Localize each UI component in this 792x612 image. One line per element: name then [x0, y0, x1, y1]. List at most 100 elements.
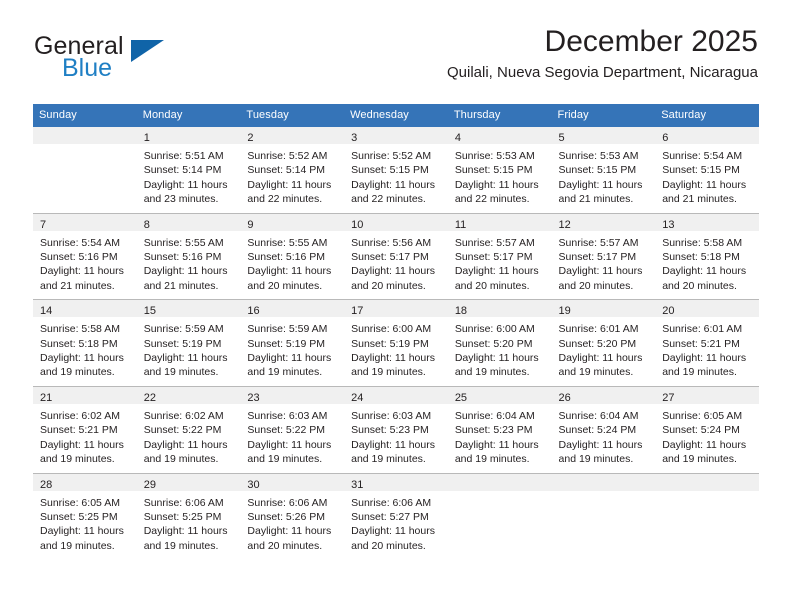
- calendar-day-cell[interactable]: 3 Sunrise: 5:52 AM Sunset: 5:15 PM Daylight…: [344, 127, 448, 214]
- weekday-header-monday: Monday: [136, 104, 241, 127]
- day-detail-line: Sunrise: 5:54 AM: [40, 236, 120, 249]
- day-detail-line: Daylight: 11 hours: [143, 178, 228, 191]
- calendar-day-cell[interactable]: 30 Sunrise: 6:06 AM Sunset: 5:26 PM Dayligh…: [240, 472, 345, 560]
- day-detail-block: Sunrise: 6:01 AM Sunset: 5:20 PM Daylight:…: [552, 317, 656, 386]
- day-detail-block: Sunrise: 5:57 AM Sunset: 5:17 PM Daylight:…: [552, 231, 656, 300]
- calendar-day-cell[interactable]: 15 Sunrise: 5:59 AM Sunset: 5:19 PM Dayligh…: [136, 299, 241, 387]
- calendar-day-cell[interactable]: 4 Sunrise: 5:53 AM Sunset: 5:15 PM Daylight…: [447, 127, 552, 214]
- day-detail-line: Sunrise: 6:00 AM: [351, 323, 432, 336]
- day-detail-line: and 20 minutes.: [454, 279, 530, 292]
- day-number: 4: [454, 132, 461, 144]
- calendar-day-cell[interactable]: 17 Sunrise: 6:00 AM Sunset: 5:19 PM Dayligh…: [344, 299, 448, 387]
- day-detail-block: Sunrise: 5:51 AM Sunset: 5:14 PM Daylight:…: [137, 144, 241, 213]
- calendar-day-cell[interactable]: 10 Sunrise: 5:56 AM Sunset: 5:17 PM Dayligh…: [344, 212, 448, 300]
- day-number-band: 21: [33, 386, 137, 404]
- calendar-day-cell[interactable]: 8 Sunrise: 5:55 AM Sunset: 5:16 PM Daylight…: [136, 212, 241, 300]
- day-detail-line: Sunset: 5:26 PM: [247, 510, 326, 523]
- calendar-day-cell[interactable]: 12 Sunrise: 5:57 AM Sunset: 5:17 PM Dayligh…: [551, 212, 656, 300]
- calendar-week-row: 28 Sunrise: 6:05 AM Sunset: 5:25 PM Dayligh…: [33, 472, 759, 560]
- logo-general-blue[interactable]: General Blue: [34, 32, 234, 88]
- page-subtitle: Quilali, Nueva Segovia Department, Nicar…: [447, 64, 758, 82]
- weekday-header-wednesday: Wednesday: [344, 104, 448, 127]
- calendar-day-cell[interactable]: 6 Sunrise: 5:54 AM Sunset: 5:15 PM Daylight…: [655, 127, 759, 214]
- calendar-day-cell[interactable]: 2 Sunrise: 5:52 AM Sunset: 5:14 PM Daylight…: [240, 127, 345, 214]
- day-number: 6: [662, 132, 669, 144]
- day-detail-line: Sunset: 5:15 PM: [558, 164, 637, 177]
- day-number: 29: [143, 478, 156, 491]
- calendar-day-cell[interactable]: 13 Sunrise: 5:58 AM Sunset: 5:18 PM Dayligh…: [655, 212, 759, 300]
- day-detail-line: Daylight: 11 hours: [454, 178, 539, 191]
- calendar-day-cell[interactable]: 23 Sunrise: 6:03 AM Sunset: 5:22 PM Dayligh…: [240, 385, 345, 473]
- day-number: 24: [351, 391, 364, 404]
- calendar-day-cell[interactable]: 27 Sunrise: 6:05 AM Sunset: 5:24 PM Dayligh…: [655, 385, 759, 473]
- day-detail-block: [552, 491, 656, 553]
- day-detail-line: Daylight: 11 hours: [143, 438, 228, 451]
- calendar-day-cell[interactable]: 5 Sunrise: 5:53 AM Sunset: 5:15 PM Daylight…: [551, 127, 656, 214]
- day-number-band: 17: [344, 300, 448, 318]
- day-detail-line: Sunrise: 5:56 AM: [351, 236, 432, 249]
- day-number: 7: [40, 218, 47, 231]
- day-number: 22: [143, 391, 156, 404]
- calendar-day-cell[interactable]: 11 Sunrise: 5:57 AM Sunset: 5:17 PM Dayligh…: [447, 212, 552, 300]
- calendar-day-cell[interactable]: 1 Sunrise: 5:51 AM Sunset: 5:14 PM Daylight…: [136, 127, 241, 214]
- day-detail-line: and 21 minutes.: [558, 193, 634, 206]
- calendar-week-row: 1 Sunrise: 5:51 AM Sunset: 5:14 PM Daylight…: [33, 127, 759, 214]
- calendar-day-cell[interactable]: 26 Sunrise: 6:04 AM Sunset: 5:24 PM Dayligh…: [551, 385, 656, 473]
- day-detail-line: Daylight: 11 hours: [40, 525, 124, 538]
- calendar-day-cell[interactable]: 20 Sunrise: 6:01 AM Sunset: 5:21 PM Dayligh…: [655, 299, 759, 387]
- day-detail-line: and 21 minutes.: [662, 193, 737, 206]
- calendar-day-cell[interactable]: 18 Sunrise: 6:00 AM Sunset: 5:20 PM Dayligh…: [447, 299, 552, 387]
- day-number-band: 15: [136, 300, 241, 318]
- weekday-header-friday: Friday: [551, 104, 656, 127]
- day-number-band: 14: [33, 300, 137, 318]
- day-number-band: 23: [240, 386, 345, 404]
- calendar-week-row: 7 Sunrise: 5:54 AM Sunset: 5:16 PM Daylight…: [33, 212, 759, 300]
- day-detail-line: Sunset: 5:27 PM: [351, 510, 429, 523]
- day-detail-line: Sunset: 5:15 PM: [662, 164, 740, 177]
- day-detail-line: and 19 minutes.: [558, 453, 634, 466]
- calendar-day-cell[interactable]: 31 Sunrise: 6:06 AM Sunset: 5:27 PM Dayligh…: [344, 472, 448, 560]
- day-number-band: 9: [240, 213, 345, 231]
- day-detail-block: [448, 491, 552, 553]
- calendar-day-cell[interactable]: 21 Sunrise: 6:02 AM Sunset: 5:21 PM Dayligh…: [33, 385, 137, 473]
- day-number-band: 1: [136, 127, 241, 144]
- day-detail-line: Daylight: 11 hours: [143, 525, 228, 538]
- day-detail-block: Sunrise: 5:54 AM Sunset: 5:16 PM Daylight:…: [33, 231, 137, 300]
- day-detail-line: and 20 minutes.: [558, 279, 634, 292]
- calendar-empty-cell: [551, 472, 656, 560]
- day-detail-line: Sunrise: 5:52 AM: [247, 150, 328, 162]
- calendar-day-cell[interactable]: 7 Sunrise: 5:54 AM Sunset: 5:16 PM Daylight…: [33, 212, 137, 300]
- calendar-day-cell[interactable]: 22 Sunrise: 6:02 AM Sunset: 5:22 PM Dayligh…: [136, 385, 241, 473]
- day-detail-line: and 20 minutes.: [247, 539, 323, 552]
- calendar-day-cell[interactable]: 24 Sunrise: 6:03 AM Sunset: 5:23 PM Dayligh…: [344, 385, 448, 473]
- day-number-band: 29: [136, 473, 241, 491]
- day-detail-block: Sunrise: 5:53 AM Sunset: 5:15 PM Daylight:…: [448, 144, 552, 213]
- calendar-day-cell[interactable]: 16 Sunrise: 5:59 AM Sunset: 5:19 PM Dayligh…: [240, 299, 345, 387]
- calendar-day-cell[interactable]: 19 Sunrise: 6:01 AM Sunset: 5:20 PM Dayligh…: [551, 299, 656, 387]
- day-detail-line: Sunset: 5:15 PM: [454, 164, 533, 177]
- day-detail-line: and 21 minutes.: [143, 279, 219, 292]
- day-number-band: [447, 473, 552, 491]
- day-detail-line: Sunset: 5:23 PM: [454, 424, 533, 437]
- day-detail-line: Sunrise: 6:04 AM: [558, 409, 639, 422]
- calendar-day-cell[interactable]: 25 Sunrise: 6:04 AM Sunset: 5:23 PM Dayligh…: [447, 385, 552, 473]
- calendar-day-cell[interactable]: 28 Sunrise: 6:05 AM Sunset: 5:25 PM Dayligh…: [33, 472, 137, 560]
- day-detail-line: Daylight: 11 hours: [40, 438, 124, 451]
- day-number-band: 25: [447, 386, 552, 404]
- day-detail-block: Sunrise: 5:56 AM Sunset: 5:17 PM Daylight:…: [344, 231, 448, 300]
- day-number: 9: [247, 218, 254, 231]
- day-detail-block: Sunrise: 5:57 AM Sunset: 5:17 PM Daylight:…: [448, 231, 552, 300]
- day-detail-line: Daylight: 11 hours: [351, 352, 435, 365]
- day-number: 26: [558, 391, 571, 404]
- calendar-day-cell[interactable]: 9 Sunrise: 5:55 AM Sunset: 5:16 PM Daylight…: [240, 212, 345, 300]
- day-detail-block: Sunrise: 6:00 AM Sunset: 5:19 PM Daylight:…: [344, 317, 448, 386]
- day-detail-block: [33, 144, 137, 206]
- day-number: 10: [351, 218, 364, 231]
- calendar-day-cell[interactable]: 14 Sunrise: 5:58 AM Sunset: 5:18 PM Dayligh…: [33, 299, 137, 387]
- day-number-band: 10: [344, 213, 448, 231]
- calendar-day-cell[interactable]: 29 Sunrise: 6:06 AM Sunset: 5:25 PM Dayligh…: [136, 472, 241, 560]
- day-detail-block: Sunrise: 6:04 AM Sunset: 5:24 PM Daylight:…: [552, 404, 656, 473]
- day-detail-line: and 19 minutes.: [40, 539, 115, 552]
- day-detail-line: Sunset: 5:20 PM: [454, 337, 533, 350]
- day-detail-line: and 20 minutes.: [351, 279, 426, 292]
